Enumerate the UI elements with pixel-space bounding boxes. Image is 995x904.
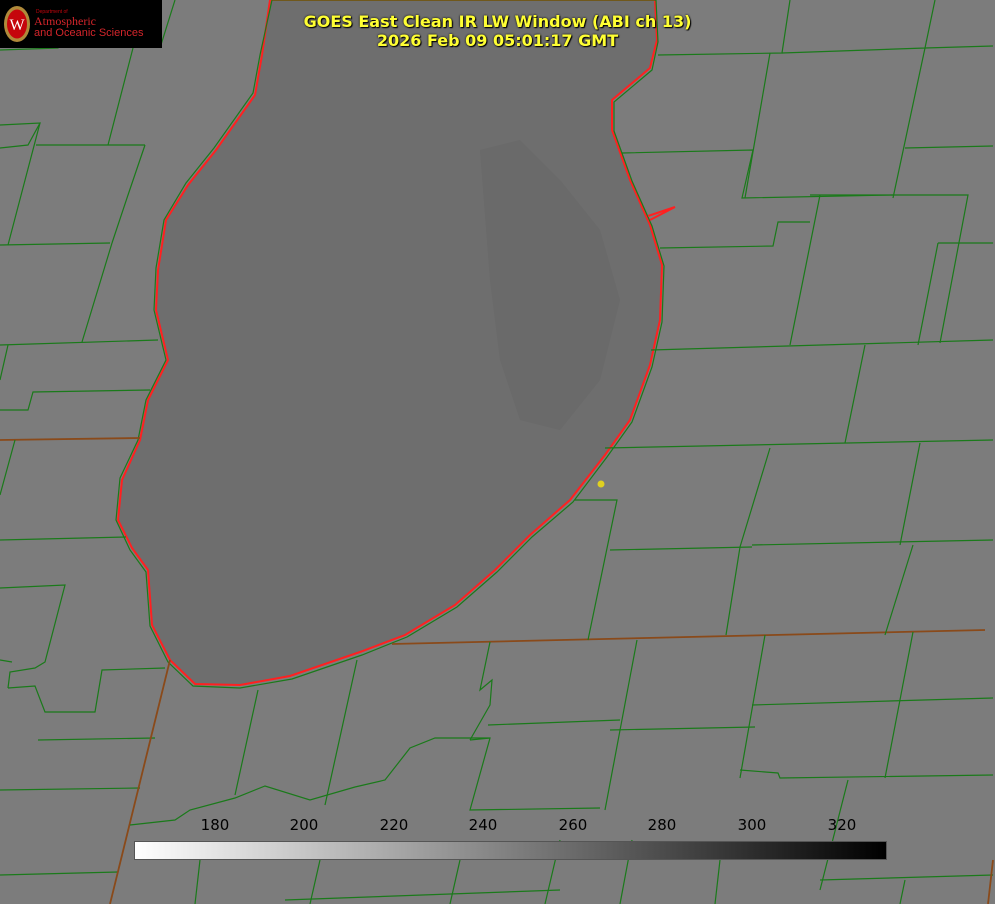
- colorbar-tick: 220: [379, 816, 409, 834]
- coastline-spit: [647, 206, 676, 221]
- colorbar-tick: 280: [647, 816, 677, 834]
- colorbar-tick: 200: [289, 816, 319, 834]
- colorbar-tick: 320: [827, 816, 857, 834]
- image-title: GOES East Clean IR LW Window (ABI ch 13): [303, 12, 692, 31]
- colorbar-tick: 300: [737, 816, 767, 834]
- colorbar: [134, 841, 887, 860]
- colorbar-tick: 260: [558, 816, 588, 834]
- image-timestamp: 2026 Feb 09 05:01:17 GMT: [376, 31, 619, 50]
- satellite-image: W Department of Atmospheric and Oceanic …: [0, 0, 995, 904]
- map-layer: [0, 0, 994, 904]
- colorbar-tick: 180: [200, 816, 230, 834]
- location-marker: [597, 480, 605, 488]
- colorbar-tick: 240: [468, 816, 498, 834]
